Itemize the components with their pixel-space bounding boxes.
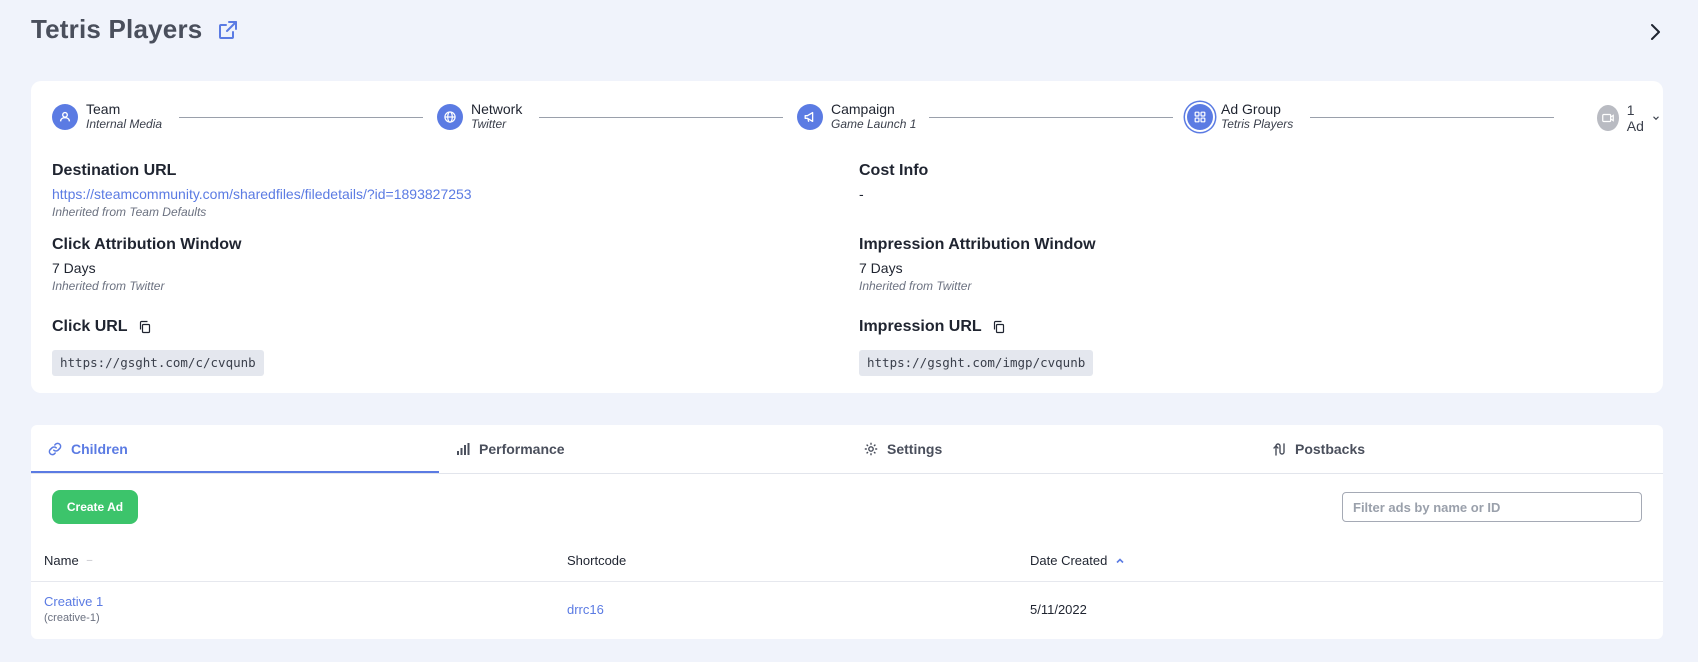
impression-url-field: Impression URL https://gsght.com/imgp/cv…: [859, 318, 1094, 376]
column-header-date[interactable]: Date Created: [1030, 553, 1125, 568]
field-title: Click Attribution Window: [52, 236, 242, 253]
step-ad-group[interactable]: Ad Group Tetris Players: [1187, 102, 1293, 132]
field-value: -: [859, 186, 864, 202]
step-connector: [179, 117, 423, 118]
column-header-name[interactable]: Name –: [44, 553, 92, 568]
step-campaign[interactable]: Campaign Game Launch 1: [797, 102, 916, 132]
field-note: Inherited from Twitter: [52, 279, 165, 293]
click-url-code[interactable]: https://gsght.com/c/cvqunb: [52, 350, 264, 376]
postback-icon: [1271, 441, 1287, 457]
step-sub: Tetris Players: [1221, 117, 1294, 131]
step-connector: [929, 117, 1173, 118]
sort-neutral-icon: –: [86, 555, 93, 566]
ad-slug: (creative-1): [44, 612, 100, 624]
megaphone-icon: [797, 104, 823, 130]
chevron-down-icon[interactable]: [1651, 112, 1661, 124]
copy-icon[interactable]: [992, 320, 1006, 334]
tab-label: Performance: [479, 441, 565, 457]
globe-icon: [437, 104, 463, 130]
field-title: Impression URL: [859, 318, 982, 335]
step-connector: [1310, 117, 1554, 118]
children-panel: Children Performance Settings Postbacks …: [31, 425, 1663, 639]
team-icon: [52, 104, 78, 130]
field-note: Inherited from Team Defaults: [52, 205, 207, 219]
tab-children[interactable]: Children: [47, 425, 128, 473]
field-value: 7 Days: [52, 260, 96, 276]
chevron-right-icon[interactable]: [1643, 20, 1667, 44]
tab-performance[interactable]: Performance: [455, 425, 565, 473]
impression-url-code[interactable]: https://gsght.com/imgp/cvqunb: [859, 350, 1094, 376]
ads-count-label: 1 Ad: [1626, 102, 1644, 134]
filter-ads-input[interactable]: [1342, 492, 1642, 522]
page-title: Tetris Players: [31, 14, 203, 44]
step-sub: Internal Media: [86, 117, 163, 131]
step-ads[interactable]: 1 Ad: [1597, 102, 1661, 134]
shortcode-link[interactable]: drrc16: [567, 602, 604, 617]
step-label: Ad Group: [1221, 101, 1281, 117]
copy-icon[interactable]: [138, 320, 152, 334]
step-label: Campaign: [831, 101, 895, 117]
gear-icon: [863, 441, 879, 457]
page-header: Tetris Players: [31, 14, 240, 45]
field-title: Impression Attribution Window: [859, 236, 1096, 253]
step-label: Network: [471, 101, 523, 117]
table-row: Creative 1 (creative-1): [44, 594, 103, 624]
destination-url-link[interactable]: https://steamcommunity.com/sharedfiles/f…: [52, 186, 472, 202]
cost-info-field: Cost Info -: [859, 162, 928, 202]
step-connector: [539, 117, 783, 118]
tab-label: Settings: [887, 441, 943, 457]
column-header-shortcode[interactable]: Shortcode: [567, 553, 626, 568]
tab-settings[interactable]: Settings: [863, 425, 942, 473]
field-value: 7 Days: [859, 260, 903, 276]
step-label: Team: [86, 101, 121, 117]
details-card: Team Internal Media Network Twitter Camp…: [31, 81, 1663, 393]
sort-ascending-icon: [1116, 557, 1124, 563]
impression-window-field: Impression Attribution Window 7 Days Inh…: [859, 236, 1096, 293]
tab-postbacks[interactable]: Postbacks: [1271, 425, 1365, 473]
field-title: Destination URL: [52, 162, 177, 179]
field-title: Click URL: [52, 318, 128, 335]
hierarchy-stepper: Team Internal Media Network Twitter Camp…: [52, 102, 1660, 136]
link-icon: [47, 441, 63, 457]
step-sub: Game Launch 1: [831, 117, 917, 131]
tab-label: Children: [71, 441, 128, 457]
grid-icon: [1187, 104, 1213, 130]
bar-chart-icon: [455, 441, 471, 457]
click-window-field: Click Attribution Window 7 Days Inherite…: [52, 236, 241, 293]
step-sub: Twitter: [471, 117, 507, 131]
field-title: Cost Info: [859, 162, 929, 179]
tab-bar: Children Performance Settings Postbacks: [31, 425, 1663, 474]
step-network[interactable]: Network Twitter: [437, 102, 522, 132]
create-ad-button[interactable]: Create Ad: [52, 490, 138, 524]
ad-name-link[interactable]: Creative 1: [44, 594, 103, 609]
destination-url-field: Destination URL https://steamcommunity.c…: [52, 162, 472, 219]
tab-label: Postbacks: [1295, 441, 1366, 457]
date-created: 5/11/2022: [1030, 602, 1087, 617]
ads-icon: [1597, 105, 1619, 131]
field-note: Inherited from Twitter: [859, 279, 972, 293]
external-link-icon[interactable]: [216, 18, 240, 42]
active-tab-indicator: [31, 471, 439, 473]
click-url-field: Click URL https://gsght.com/c/cvqunb: [52, 318, 264, 376]
step-team[interactable]: Team Internal Media: [52, 102, 162, 132]
table-divider: [31, 581, 1663, 582]
